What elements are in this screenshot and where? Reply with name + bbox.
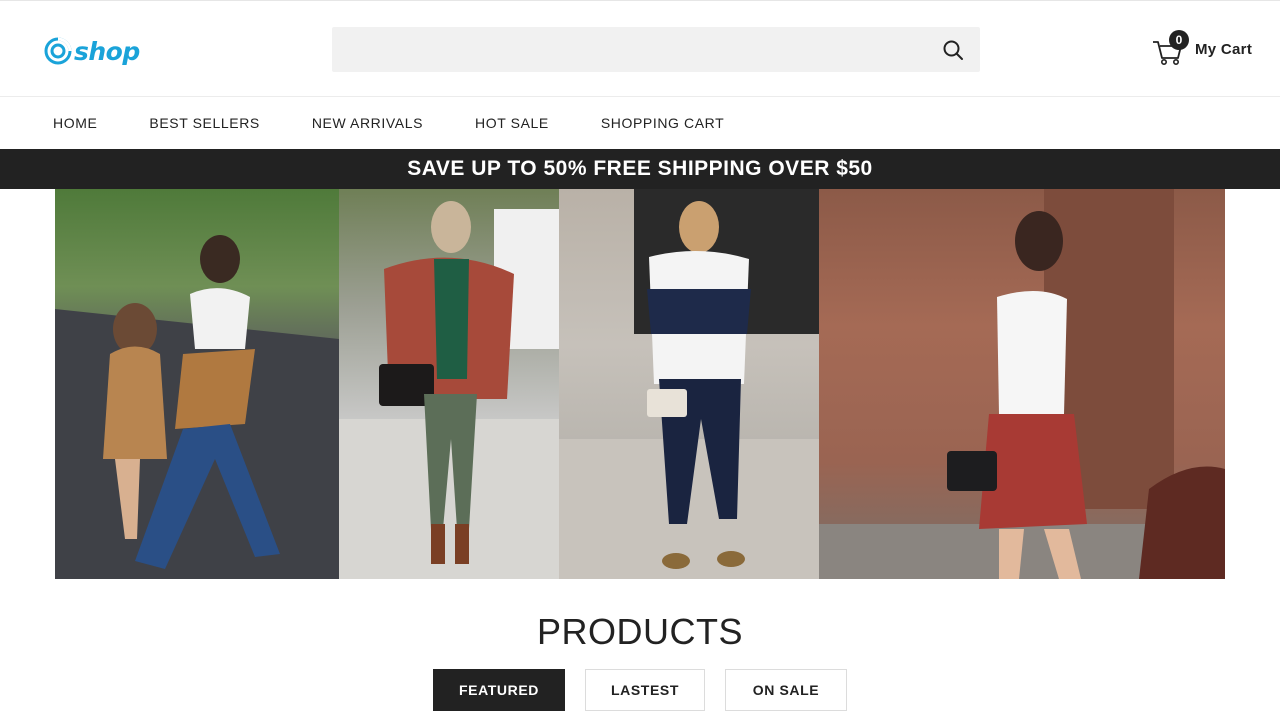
cart-icon: 0 (1152, 30, 1189, 66)
hero-image-4 (819, 189, 1225, 579)
cart-count-badge: 0 (1169, 30, 1189, 50)
swirl-logo-icon (44, 37, 72, 65)
site-header: shop 0 My Cart (0, 0, 1280, 97)
tab-on-sale[interactable]: ON SALE (725, 669, 847, 711)
hero-image-1 (55, 189, 339, 579)
logo-text: shop (74, 36, 140, 66)
nav-item-new-arrivals[interactable]: NEW ARRIVALS (312, 115, 423, 131)
cart-label: My Cart (1195, 40, 1253, 58)
search-bar (332, 27, 980, 72)
hero-image-3 (559, 189, 819, 579)
cart-button[interactable]: 0 My Cart (1152, 29, 1252, 69)
search-icon[interactable] (942, 39, 964, 61)
product-tabs: FEATURED LASTEST ON SALE (433, 669, 847, 711)
main-nav: HOME BEST SELLERS NEW ARRIVALS HOT SALE … (0, 97, 1280, 149)
tab-lastest[interactable]: LASTEST (585, 669, 705, 711)
promo-text: SAVE UP TO 50% FREE SHIPPING OVER $50 (407, 157, 873, 180)
products-heading: PRODUCTS (536, 611, 743, 652)
promo-banner[interactable]: SAVE UP TO 50% FREE SHIPPING OVER $50 (0, 149, 1280, 189)
hero-banner[interactable] (55, 189, 1225, 579)
tab-featured[interactable]: FEATURED (433, 669, 565, 711)
search-input[interactable] (332, 27, 932, 72)
nav-item-shopping-cart[interactable]: SHOPPING CART (601, 115, 724, 131)
hero-image-2 (339, 189, 559, 579)
nav-item-hot-sale[interactable]: HOT SALE (475, 115, 549, 131)
nav-item-best-sellers[interactable]: BEST SELLERS (149, 115, 259, 131)
nav-item-home[interactable]: HOME (53, 115, 97, 131)
logo[interactable]: shop (44, 35, 140, 67)
